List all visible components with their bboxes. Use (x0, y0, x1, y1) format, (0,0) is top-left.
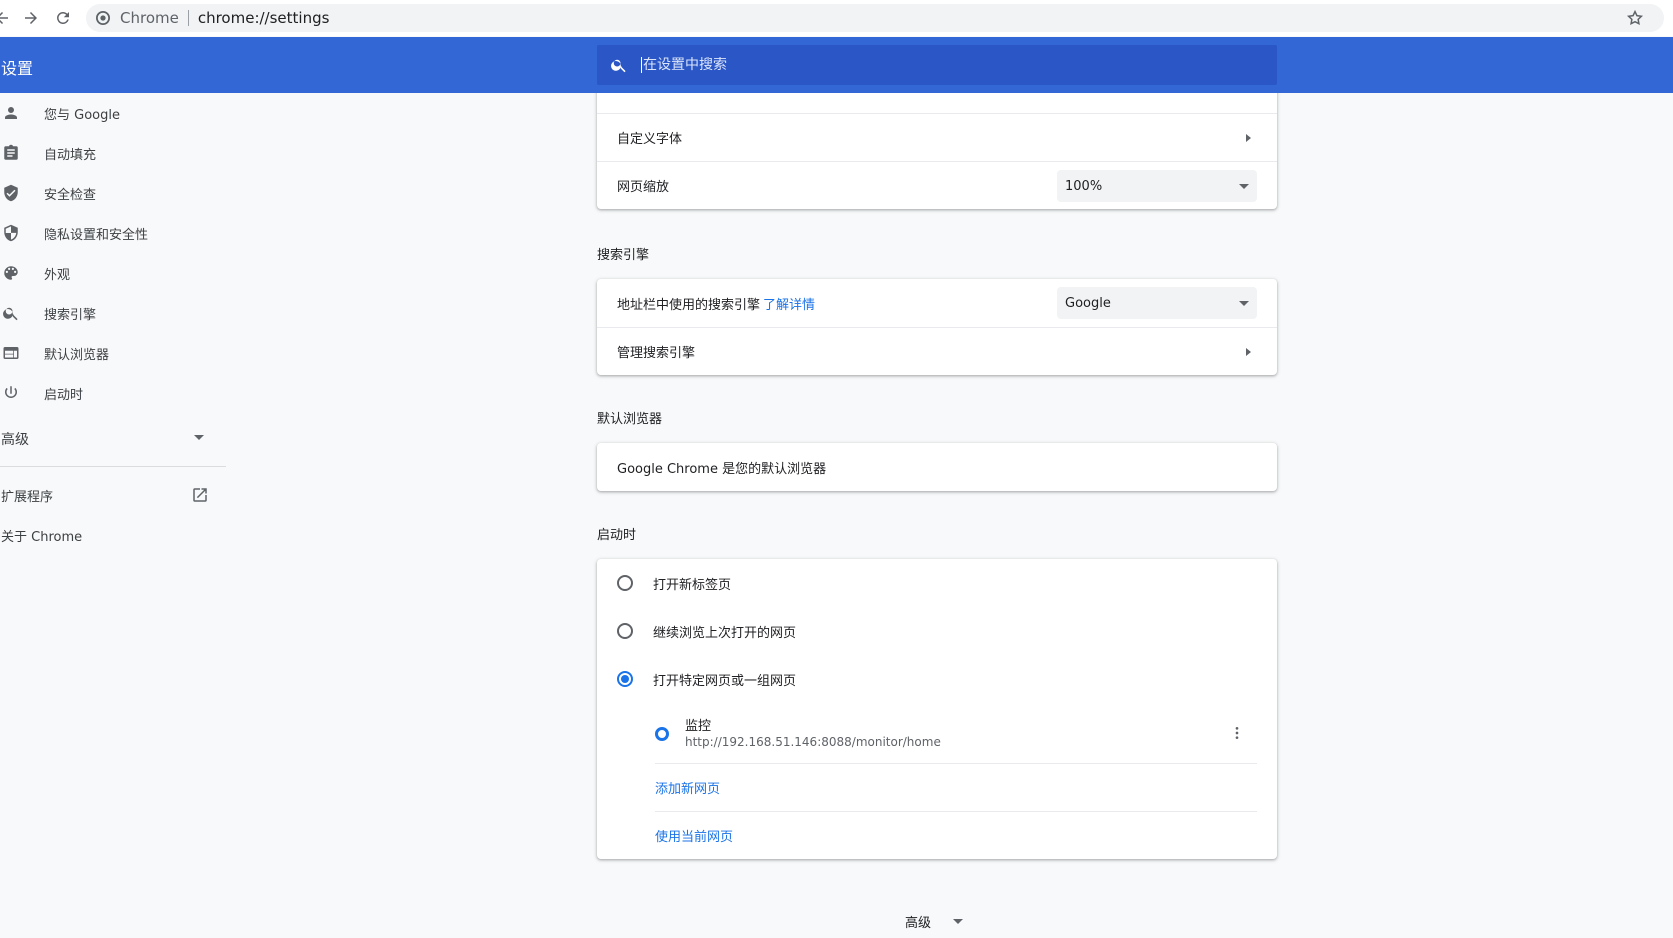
open-in-new-icon (193, 488, 207, 502)
forward-button[interactable] (17, 4, 45, 32)
startup-option-label: 继续浏览上次打开的网页 (653, 625, 797, 641)
startup-option-new-tab[interactable]: 打开新标签页 (597, 559, 1277, 607)
browser-toolbar: Chrome chrome://settings (0, 0, 1673, 36)
startup-page-name: 监控 (685, 719, 712, 734)
sidebar-item-you-and-google[interactable]: 您与 Google (0, 93, 230, 133)
site-name: Chrome (120, 9, 179, 27)
header-overlay: 设置 (0, 37, 1673, 93)
custom-fonts-row[interactable]: 自定义字体 (597, 113, 1277, 161)
sidebar-item-label: 自动填充 (44, 147, 97, 163)
sidebar-about-label: 关于 Chrome (1, 529, 83, 545)
sidebar-item-default-browser[interactable]: 默认浏览器 (0, 333, 230, 373)
sidebar-advanced-label: 高级 (1, 432, 29, 448)
chrome-site-icon (96, 11, 110, 25)
page-zoom-row: 网页缩放 100% (597, 161, 1277, 209)
sidebar-item-autofill[interactable]: 自动填充 (0, 133, 230, 173)
custom-fonts-label: 自定义字体 (617, 132, 683, 147)
startup-option-label: 打开新标签页 (653, 577, 732, 593)
add-new-page-link[interactable]: 添加新网页 (655, 778, 720, 797)
sidebar-item-on-startup[interactable]: 启动时 (0, 373, 230, 413)
add-new-page-row: 添加新网页 (655, 763, 1257, 811)
manage-search-engines-row[interactable]: 管理搜索引擎 (597, 327, 1277, 375)
sidebar-extensions-label: 扩展程序 (1, 489, 54, 505)
default-browser-section-title: 默认浏览器 (597, 412, 663, 427)
default-browser-row: Google Chrome 是您的默认浏览器 (597, 443, 1277, 491)
more-vert-icon[interactable] (1229, 725, 1245, 741)
palette-icon (2, 264, 20, 282)
search-engine-value: Google (1065, 295, 1111, 311)
page-zoom-value: 100% (1065, 178, 1103, 194)
dropdown-arrow-icon (1239, 301, 1249, 306)
shield-check-icon (2, 184, 20, 202)
back-button[interactable] (0, 4, 16, 32)
use-current-pages-link[interactable]: 使用当前网页 (655, 826, 733, 845)
sidebar-item-label: 搜索引擎 (44, 307, 97, 323)
use-current-pages-row: 使用当前网页 (655, 811, 1257, 859)
learn-more-link[interactable]: 了解详情 (763, 294, 815, 313)
forward-arrow-icon (25, 12, 37, 24)
sidebar-about-chrome[interactable]: 关于 Chrome (0, 515, 230, 555)
chevron-down-icon (953, 919, 964, 924)
sidebar-item-label: 外观 (44, 267, 71, 283)
startup-section-title: 启动时 (597, 528, 637, 543)
clipboard-icon (2, 144, 20, 162)
search-icon (2, 304, 20, 322)
sidebar-extensions-link[interactable]: 扩展程序 (0, 475, 230, 515)
sidebar-item-appearance[interactable]: 外观 (0, 253, 230, 293)
default-browser-status: Google Chrome 是您的默认浏览器 (617, 461, 827, 477)
advanced-toggle[interactable]: 高级 (905, 912, 964, 931)
back-arrow-icon (0, 12, 8, 24)
startup-option-label: 打开特定网页或一组网页 (653, 673, 797, 689)
sidebar-item-label: 启动时 (44, 387, 84, 403)
sidebar: 您与 Google 自动填充 安全检查 隐私设置和安全性 外观 搜索引擎 默认浏… (0, 93, 230, 555)
search-engine-label: 地址栏中使用的搜索引擎 (617, 297, 761, 313)
search-input[interactable] (641, 57, 1241, 73)
default-browser-card: Google Chrome 是您的默认浏览器 (597, 443, 1277, 491)
site-favicon-icon (655, 727, 669, 741)
sidebar-divider (0, 466, 226, 467)
url-text[interactable]: chrome://settings (198, 9, 330, 27)
radio-button-selected[interactable] (617, 671, 633, 687)
page-zoom-label: 网页缩放 (617, 180, 670, 195)
chevron-right-icon (1246, 348, 1251, 356)
search-engine-select[interactable]: Google (1057, 287, 1257, 319)
chevron-down-icon (194, 435, 204, 440)
reload-button[interactable] (49, 4, 77, 32)
sidebar-item-label: 默认浏览器 (44, 347, 110, 363)
radio-button[interactable] (617, 575, 633, 591)
manage-search-engines-label: 管理搜索引擎 (617, 346, 696, 361)
startup-option-specific-pages[interactable]: 打开特定网页或一组网页 (597, 655, 1277, 703)
sidebar-item-search-engine[interactable]: 搜索引擎 (0, 293, 230, 333)
startup-page-url: http://192.168.51.146:8088/monitor/home (685, 735, 941, 749)
page-title-overlay: 设置 (1, 59, 34, 78)
shield-icon (2, 224, 20, 242)
search-engine-section-title: 搜索引擎 (597, 248, 650, 263)
settings-search-overlay[interactable] (597, 45, 1277, 85)
person-icon (2, 104, 20, 122)
dropdown-arrow-icon (1239, 184, 1249, 189)
radio-button[interactable] (617, 623, 633, 639)
startup-option-continue[interactable]: 继续浏览上次打开的网页 (597, 607, 1277, 655)
startup-card: 打开新标签页 继续浏览上次打开的网页 打开特定网页或一组网页 监控 http:/… (597, 559, 1277, 859)
chevron-right-icon (1246, 134, 1251, 142)
sidebar-item-label: 您与 Google (44, 107, 120, 123)
power-icon (2, 384, 20, 402)
advanced-label: 高级 (905, 916, 932, 931)
sidebar-advanced-toggle[interactable]: 高级 (0, 419, 230, 459)
bookmark-star-icon[interactable] (1626, 9, 1644, 27)
startup-page-entry: 监控 http://192.168.51.146:8088/monitor/ho… (655, 703, 1257, 763)
sidebar-item-label: 隐私设置和安全性 (44, 227, 149, 243)
search-icon (610, 56, 628, 74)
search-engine-card: 地址栏中使用的搜索引擎 了解详情 Google 管理搜索引擎 (597, 279, 1277, 375)
sidebar-item-privacy[interactable]: 隐私设置和安全性 (0, 213, 230, 253)
reload-icon (57, 12, 69, 24)
browser-icon (2, 344, 20, 362)
sidebar-item-label: 安全检查 (44, 187, 97, 203)
sidebar-item-safety-check[interactable]: 安全检查 (0, 173, 230, 213)
address-bar[interactable]: Chrome chrome://settings (86, 4, 1664, 32)
page-zoom-select[interactable]: 100% (1057, 170, 1257, 202)
address-separator (187, 10, 189, 26)
search-engine-row: 地址栏中使用的搜索引擎 了解详情 Google (597, 279, 1277, 327)
